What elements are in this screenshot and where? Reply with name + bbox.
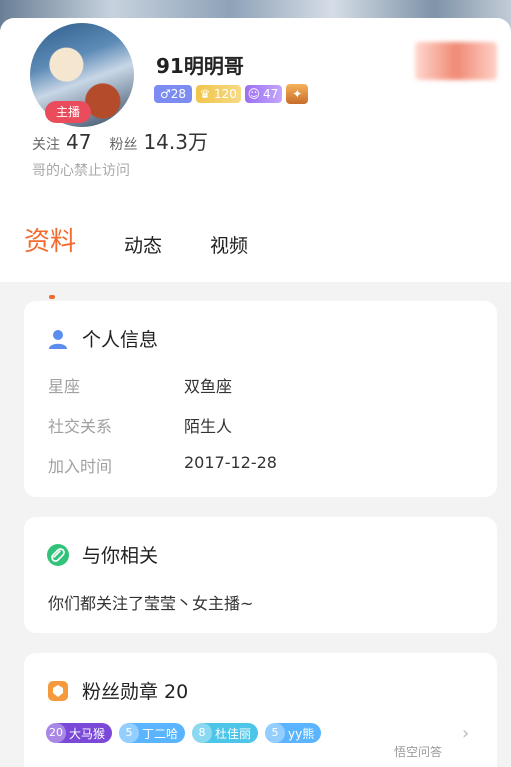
profile-tabs: 资料 动态 视频 <box>24 225 296 259</box>
medal-level: 20 <box>46 723 66 743</box>
user-name: 91明明哥 <box>156 54 244 78</box>
fan-level-value: 47 <box>262 87 279 101</box>
crown-icon: ♛ <box>199 87 211 101</box>
info-row-join-date: 加入时间 2017-12-28 <box>48 453 277 477</box>
medal-level: 5 <box>265 723 286 743</box>
medal-list: 20 大马猴 5 丁二哈 8 杜佳丽 5 yy熊 <box>46 723 322 743</box>
info-key: 社交关系 <box>48 417 113 436</box>
fans-count[interactable]: 14.3万 <box>143 126 208 155</box>
tab-videos[interactable]: 视频 <box>210 233 248 259</box>
wealth-level-value: 120 <box>214 87 237 101</box>
level-badges: ♂28 ♛ 120 ☺ 47 ✦ <box>154 84 309 104</box>
fan-level-badge: ☺ 47 <box>244 85 283 103</box>
wealth-level-badge: ♛ 120 <box>196 85 241 103</box>
personal-info-header: 个人信息 <box>46 325 158 352</box>
medal-name: yy熊 <box>288 726 315 741</box>
related-card: 与你相关 你们都关注了莹莹丶女主播~ <box>24 517 497 633</box>
user-bio: 哥的心禁止访问 <box>32 163 130 179</box>
anchor-badge: 主播 <box>45 101 91 123</box>
follow-stats: 关注 47 粉丝 14.3万 <box>32 126 208 155</box>
tab-profile[interactable]: 资料 <box>24 225 76 259</box>
medal-badge[interactable]: 5 丁二哈 <box>119 723 186 743</box>
info-value: 陌生人 <box>184 417 233 436</box>
medal-icon <box>46 679 70 703</box>
medal-name: 杜佳丽 <box>215 726 252 741</box>
fans-label[interactable]: 粉丝 <box>109 134 137 154</box>
follow-count[interactable]: 47 <box>66 130 91 154</box>
medal-level: 8 <box>192 723 213 743</box>
personal-info-title: 个人信息 <box>82 329 159 351</box>
active-tab-indicator <box>49 295 55 299</box>
personal-info-card: 个人信息 星座 双鱼座 社交关系 陌生人 加入时间 2017-12-28 <box>24 301 497 497</box>
info-value: 双鱼座 <box>184 377 233 396</box>
follow-button[interactable] <box>415 42 497 80</box>
watermark: 悟空问答 <box>390 742 447 761</box>
chevron-right-icon[interactable]: › <box>462 723 469 744</box>
related-header: 与你相关 <box>46 541 158 568</box>
info-key: 加入时间 <box>48 457 113 476</box>
medal-name: 大马猴 <box>69 726 106 741</box>
medal-badge[interactable]: 5 yy熊 <box>265 723 322 743</box>
related-title: 与你相关 <box>82 545 159 567</box>
info-value: 2017-12-28 <box>184 453 277 472</box>
related-text: 你们都关注了莹莹丶女主播~ <box>48 594 254 613</box>
fan-medals-title: 粉丝勋章 20 <box>82 681 189 703</box>
emblem-icon: ✦ <box>286 84 309 104</box>
profile-header: 主播 91明明哥 ♂28 ♛ 120 ☺ 47 ✦ 关注 47 粉丝 14.3万… <box>0 18 511 299</box>
medal-badge[interactable]: 8 杜佳丽 <box>192 723 259 743</box>
medal-name: 丁二哈 <box>142 726 179 741</box>
face-icon: ☺ <box>247 87 261 101</box>
medal-level: 5 <box>119 723 140 743</box>
medal-badge[interactable]: 20 大马猴 <box>46 723 113 743</box>
fan-medals-header: 粉丝勋章 20 <box>46 677 188 704</box>
info-key: 星座 <box>48 377 81 396</box>
info-row-constellation: 星座 双鱼座 <box>48 373 232 397</box>
tab-moments[interactable]: 动态 <box>124 233 162 259</box>
link-icon <box>46 543 70 567</box>
follow-label[interactable]: 关注 <box>32 134 60 154</box>
user-icon <box>46 327 70 351</box>
info-row-relationship: 社交关系 陌生人 <box>48 413 232 437</box>
gender-age-badge: ♂28 <box>154 85 193 103</box>
